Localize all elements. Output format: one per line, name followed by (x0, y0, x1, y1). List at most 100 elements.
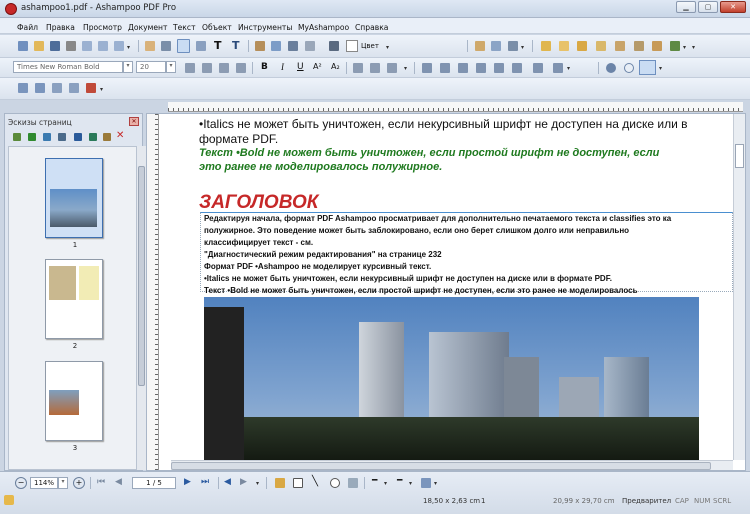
print-icon[interactable] (66, 41, 76, 51)
chevron-down-icon[interactable]: ▾ (521, 44, 524, 51)
chevron-down-icon[interactable]: ▾ (384, 480, 387, 487)
speech-bubble-icon[interactable] (624, 63, 634, 73)
align-left-icon[interactable] (185, 63, 195, 73)
first-page-icon[interactable]: ⏮ (97, 477, 105, 487)
line-spacing-icon[interactable] (353, 63, 363, 73)
text-edit-icon[interactable]: T (232, 39, 240, 52)
align-center-icon[interactable] (202, 63, 212, 73)
distribute-vertical-icon[interactable] (553, 63, 563, 73)
page-layout-icon[interactable] (114, 41, 124, 51)
chevron-down-icon[interactable]: ▾ (692, 44, 695, 51)
rotate-icon[interactable] (196, 41, 206, 51)
menu-help[interactable]: Справка (355, 23, 388, 32)
subscript-icon[interactable]: A₂ (331, 62, 340, 71)
attach-icon[interactable] (596, 41, 606, 51)
indent-icon[interactable] (387, 63, 397, 73)
italic-icon[interactable]: I (281, 62, 284, 72)
menu-text[interactable]: Текст (173, 23, 196, 32)
chevron-down-icon[interactable]: ▾ (404, 65, 407, 72)
crop-icon[interactable] (255, 41, 265, 51)
chevron-down-icon[interactable]: ▾ (386, 44, 389, 51)
search-icon[interactable] (508, 41, 518, 51)
chevron-down-icon[interactable]: ▾ (567, 65, 570, 72)
chevron-down-icon[interactable]: ▾ (409, 480, 412, 487)
underline-icon[interactable]: U (297, 62, 304, 72)
page-icon[interactable] (82, 41, 92, 51)
menu-file[interactable]: Файл (17, 23, 38, 32)
list-icon[interactable] (370, 63, 380, 73)
font-size-field[interactable]: 20 (136, 61, 166, 73)
close-button[interactable]: ✕ (720, 1, 746, 13)
panel-scrollbar[interactable] (136, 146, 146, 470)
delete-page-icon[interactable] (35, 83, 45, 93)
note-icon[interactable] (475, 41, 485, 51)
scrollbar-thumb[interactable] (735, 144, 744, 168)
link-icon[interactable] (288, 41, 298, 51)
edit-pen-button[interactable] (639, 60, 656, 75)
document-vertical-scrollbar[interactable] (733, 114, 745, 460)
comment-icon[interactable] (577, 41, 587, 51)
open-folder-icon[interactable] (34, 41, 44, 51)
line-width-icon[interactable]: ━ (397, 476, 402, 486)
zoom-field[interactable]: 114% (30, 477, 58, 489)
chevron-down-icon[interactable]: ▾ (100, 86, 103, 93)
new-file-icon[interactable] (18, 41, 28, 51)
pencil-icon[interactable] (615, 41, 625, 51)
export-page-icon[interactable] (74, 133, 82, 141)
distribute-horizontal-icon[interactable] (533, 63, 543, 73)
line-style-icon[interactable]: ━ (372, 476, 377, 486)
menu-view[interactable]: Просмотр (83, 23, 122, 32)
page-thumbnail-1[interactable] (45, 158, 103, 238)
eye-icon[interactable] (606, 63, 616, 73)
panel-close-icon[interactable]: ✕ (129, 117, 139, 126)
delete-icon[interactable]: ✕ (116, 130, 124, 141)
fill-icon[interactable] (421, 478, 431, 488)
font-size-dropdown-button[interactable]: ▾ (166, 61, 176, 73)
last-page-icon[interactable]: ⏭ (201, 477, 209, 487)
minimize-button[interactable]: ▁ (676, 1, 696, 13)
text-tool-icon[interactable]: T (214, 39, 222, 52)
chevron-down-icon[interactable]: ▾ (683, 44, 686, 51)
insert-page-icon[interactable] (18, 83, 28, 93)
zoom-out-button[interactable]: − (15, 477, 27, 489)
scrollbar-thumb[interactable] (171, 462, 711, 470)
crop-page-icon[interactable] (86, 83, 96, 93)
eraser-icon[interactable] (652, 41, 662, 51)
extract-page-icon[interactable] (52, 83, 62, 93)
page-field[interactable]: 1 / 5 (132, 477, 176, 489)
replace-page-icon[interactable] (69, 83, 79, 93)
menu-object[interactable]: Объект (202, 23, 232, 32)
highlight-icon[interactable] (559, 41, 569, 51)
align-objects-right-icon[interactable] (458, 63, 468, 73)
page-thumbnail-3[interactable] (45, 361, 103, 441)
menu-tools[interactable]: Инструменты (238, 23, 292, 32)
font-dropdown-button[interactable]: ▾ (123, 61, 133, 73)
justify-icon[interactable] (236, 63, 246, 73)
bold-icon[interactable]: B (261, 62, 268, 72)
select-arrow-icon[interactable] (177, 39, 190, 53)
city-skyline-image[interactable] (204, 297, 699, 460)
superscript-icon[interactable]: A² (313, 62, 322, 71)
maximize-button[interactable]: ▢ (698, 1, 718, 13)
move-page-icon[interactable] (58, 133, 66, 141)
hand-tool-icon[interactable] (145, 41, 155, 51)
rotate-right-icon[interactable] (43, 133, 51, 141)
import-page-icon[interactable] (89, 133, 97, 141)
chevron-down-icon[interactable]: ▾ (127, 44, 130, 51)
add-page-icon[interactable] (28, 133, 36, 141)
previous-page-icon[interactable]: ◀ (115, 477, 122, 487)
pencil-icon[interactable] (275, 478, 285, 488)
image-icon[interactable] (271, 41, 281, 51)
color-swatch[interactable] (346, 40, 358, 52)
menu-myashampoo[interactable]: MyAshampoo (298, 23, 349, 32)
align-objects-top-icon[interactable] (476, 63, 486, 73)
zoom-dropdown-button[interactable]: ▾ (58, 477, 68, 489)
next-page-icon[interactable]: ▶ (184, 477, 191, 487)
measure-icon[interactable] (305, 41, 315, 51)
menu-edit[interactable]: Правка (46, 23, 75, 32)
rotate-left-icon[interactable] (13, 133, 21, 141)
polygon-icon[interactable] (348, 478, 358, 488)
stamp-icon[interactable] (541, 41, 551, 51)
zoom-in-button[interactable]: + (73, 477, 85, 489)
align-right-icon[interactable] (219, 63, 229, 73)
